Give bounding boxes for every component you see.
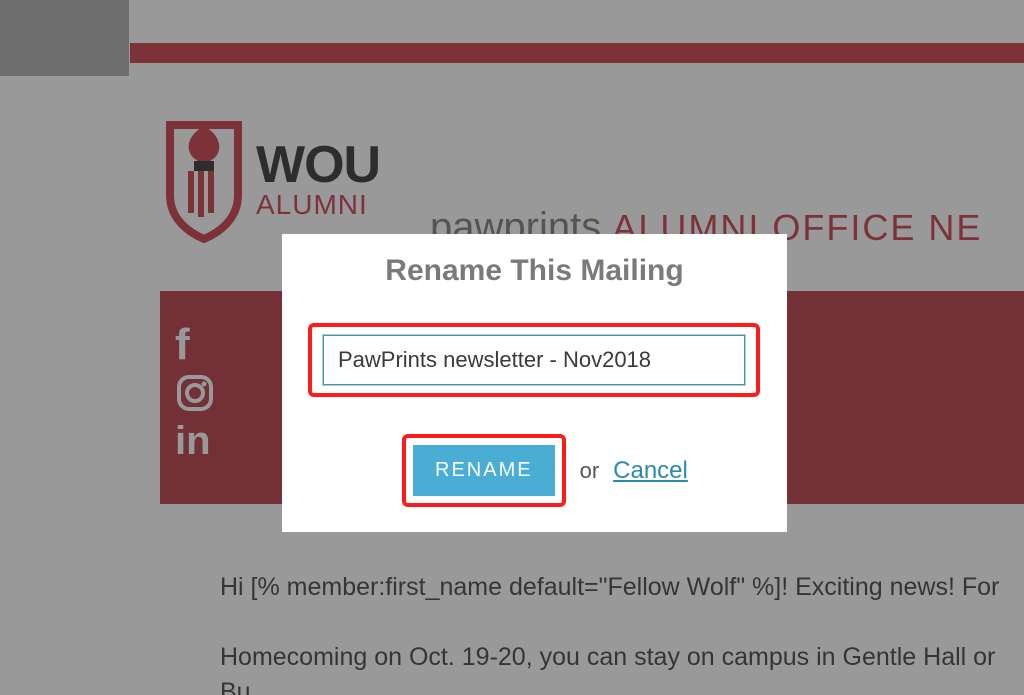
input-highlight: [308, 323, 760, 397]
rename-modal: Rename This Mailing RENAME or Cancel: [282, 234, 787, 532]
rename-button[interactable]: RENAME: [413, 445, 555, 496]
mailing-name-input[interactable]: [323, 335, 745, 385]
modal-title: Rename This Mailing: [282, 254, 787, 288]
or-label: or: [580, 458, 600, 484]
modal-button-row: RENAME or Cancel: [402, 434, 688, 507]
rename-highlight: RENAME: [402, 434, 566, 507]
gray-corner-block: [0, 0, 130, 77]
cancel-link[interactable]: Cancel: [613, 457, 688, 485]
